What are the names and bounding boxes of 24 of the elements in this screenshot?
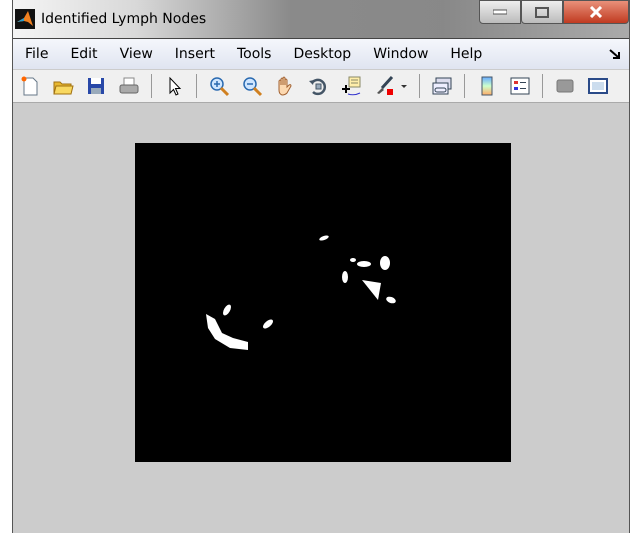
dock-arrow-icon[interactable] xyxy=(609,48,621,60)
data-cursor-icon[interactable] xyxy=(340,75,362,97)
maximize-button[interactable] xyxy=(521,0,563,24)
show-tools-icon[interactable] xyxy=(587,75,609,97)
link-icon[interactable] xyxy=(431,75,453,97)
zoom-out-icon[interactable] xyxy=(241,75,263,97)
app-logo-icon xyxy=(15,9,35,29)
menu-item[interactable]: Desktop xyxy=(293,46,352,62)
close-icon xyxy=(589,6,603,18)
minimize-button[interactable] xyxy=(479,0,521,24)
menu-item[interactable]: Window xyxy=(373,46,428,62)
close-button[interactable] xyxy=(563,0,629,24)
menu-item[interactable]: View xyxy=(120,46,153,62)
menu-item[interactable]: Tools xyxy=(236,46,272,62)
menu-item[interactable]: Insert xyxy=(174,46,215,62)
maximize-icon xyxy=(535,6,549,18)
zoom-in-icon[interactable] xyxy=(208,75,230,97)
legend-icon[interactable] xyxy=(509,75,531,97)
menu-item[interactable]: Help xyxy=(450,46,482,62)
save-icon[interactable] xyxy=(85,75,107,97)
menu-item[interactable]: Edit xyxy=(70,46,98,62)
window-title: Identified Lymph Nodes xyxy=(41,11,206,27)
minimize-icon xyxy=(493,9,507,15)
menu-item[interactable]: File xyxy=(25,46,48,62)
